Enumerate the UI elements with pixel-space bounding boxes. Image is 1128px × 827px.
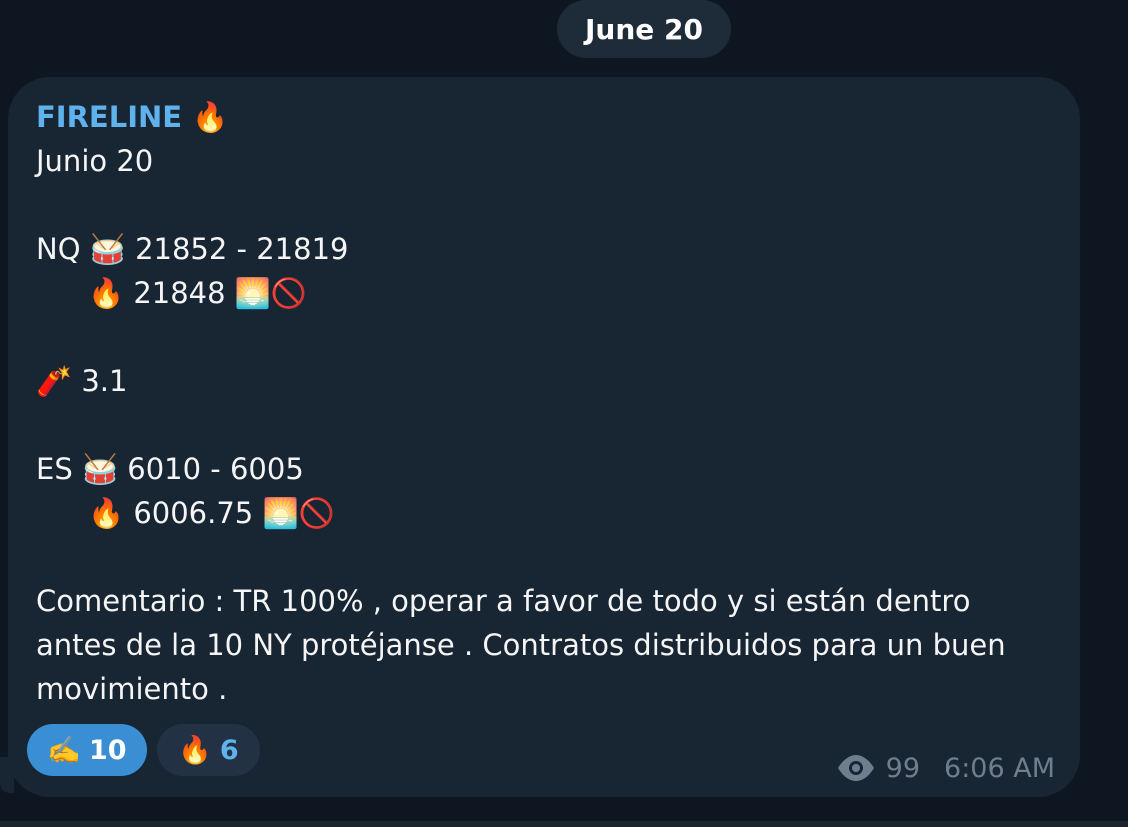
view-count: 99 bbox=[885, 752, 921, 784]
message-line: movimiento . bbox=[36, 672, 228, 706]
message-time: 6:06 AM bbox=[944, 752, 1055, 784]
reaction-fire-button[interactable]: 🔥 6 bbox=[157, 724, 260, 776]
date-separator: June 20 bbox=[557, 0, 731, 58]
fire-icon: 🔥 bbox=[178, 735, 212, 766]
message-line: ES 🥁 6010 - 6005 bbox=[36, 452, 304, 486]
message-meta: 99 6:06 AM bbox=[836, 748, 1055, 788]
message-bubble-tail bbox=[0, 757, 14, 793]
message-line: 🔥 6006.75 🌅🚫 bbox=[88, 496, 335, 530]
reaction-writing-hand-button[interactable]: ✍️ 10 bbox=[27, 724, 147, 776]
eye-icon bbox=[837, 755, 874, 781]
message-line: antes de la 10 NY protéjanse . Contratos… bbox=[36, 628, 1006, 662]
writing-hand-icon: ✍️ bbox=[47, 735, 82, 766]
reaction-count: 10 bbox=[89, 734, 127, 766]
message-line: Comentario : TR 100% , operar a favor de… bbox=[36, 584, 971, 618]
reaction-count: 6 bbox=[219, 734, 239, 766]
message-line: 🔥 21848 🌅🚫 bbox=[88, 276, 308, 310]
message-line: Junio 20 bbox=[36, 144, 154, 178]
composer-edge bbox=[0, 821, 1128, 827]
message-line: NQ 🥁 21852 - 21819 bbox=[36, 232, 349, 266]
channel-name[interactable]: FIRELINE 🔥 bbox=[36, 100, 228, 135]
message-line: 🧨 3.1 bbox=[36, 364, 128, 398]
